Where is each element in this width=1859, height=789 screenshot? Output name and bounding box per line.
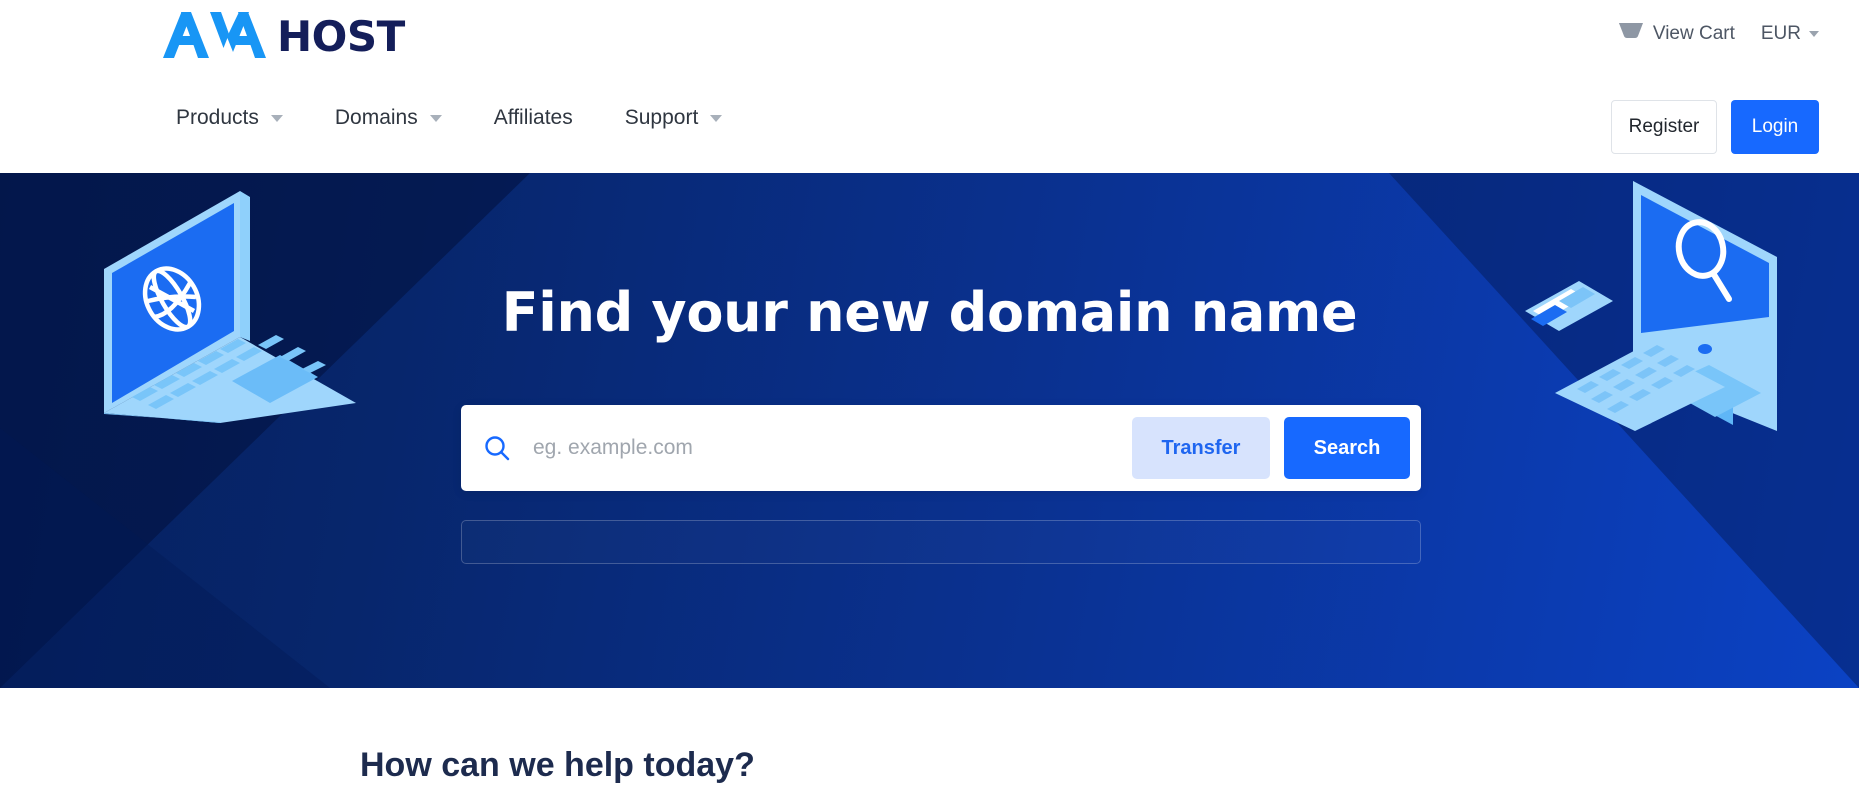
- register-button[interactable]: Register: [1611, 100, 1717, 154]
- nav-item-affiliates[interactable]: Affiliates: [468, 92, 599, 144]
- search-icon: [461, 434, 533, 462]
- main-navigation: Products Domains Affiliates Support: [150, 92, 748, 144]
- nav-item-support[interactable]: Support: [599, 92, 749, 144]
- site-logo[interactable]: HOST: [163, 8, 405, 66]
- nav-item-label: Domains: [334, 106, 418, 129]
- domain-search-bar: Transfer Search: [461, 405, 1421, 491]
- chevron-down-icon: [429, 114, 442, 122]
- search-button[interactable]: Search: [1284, 417, 1410, 479]
- nav-item-label: Products: [176, 106, 259, 129]
- search-suggestions-panel[interactable]: [461, 520, 1421, 564]
- currency-label: EUR: [1760, 22, 1801, 44]
- view-cart-link[interactable]: View Cart: [1618, 20, 1735, 47]
- shopping-basket-icon: [1618, 20, 1644, 47]
- login-button[interactable]: Login: [1731, 100, 1819, 154]
- hero-section: Find your new domain name Transfer Searc…: [0, 173, 1859, 688]
- nav-item-domains[interactable]: Domains: [309, 92, 468, 144]
- page-root: HOST View Cart EUR Products Domains Affi…: [0, 0, 1859, 789]
- help-section: How can we help today?: [0, 688, 1859, 789]
- main-nav-bar: Products Domains Affiliates Support Regi…: [0, 78, 1859, 173]
- chevron-down-icon: [1809, 30, 1819, 37]
- nav-item-products[interactable]: Products: [150, 92, 309, 144]
- logo-wordmark: HOST: [277, 12, 405, 61]
- chevron-down-icon: [710, 114, 723, 122]
- ava-logo-icon: [163, 11, 267, 63]
- utility-links: View Cart EUR: [1618, 20, 1819, 47]
- hero-content: Find your new domain name Transfer Searc…: [0, 173, 1859, 688]
- nav-item-label: Support: [624, 106, 699, 129]
- currency-selector[interactable]: EUR: [1761, 23, 1819, 45]
- chevron-down-icon: [270, 114, 283, 122]
- domain-search-input[interactable]: [533, 418, 1132, 478]
- help-section-title: How can we help today?: [360, 746, 755, 784]
- hero-title: Find your new domain name: [501, 281, 1358, 344]
- nav-item-label: Affiliates: [493, 106, 573, 129]
- auth-buttons: Register Login: [1611, 100, 1819, 154]
- view-cart-label: View Cart: [1652, 22, 1735, 44]
- transfer-button[interactable]: Transfer: [1132, 417, 1270, 479]
- top-utility-bar: HOST View Cart EUR: [0, 0, 1859, 78]
